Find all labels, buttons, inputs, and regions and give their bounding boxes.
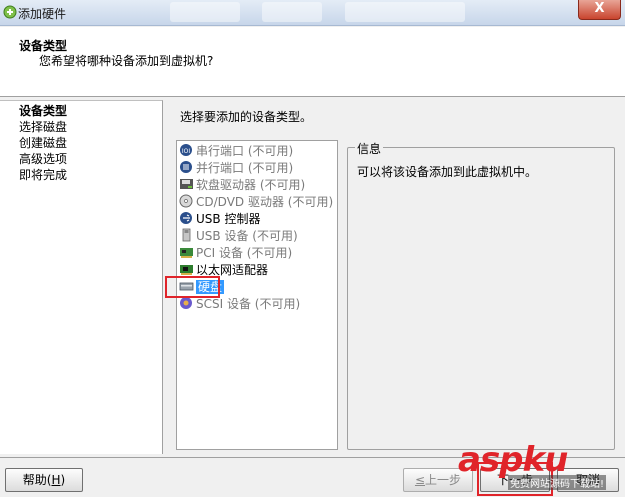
floppy-drive-icon bbox=[180, 179, 193, 189]
page-subtitle: 您希望将哪种设备添加到虚拟机? bbox=[39, 54, 214, 68]
info-description: 可以将该设备添加到此虚拟机中。 bbox=[357, 165, 538, 179]
next-button-highlight-annotation bbox=[477, 462, 553, 496]
info-legend: 信息 bbox=[355, 140, 384, 157]
device-item-scsi-device[interactable]: SCSI 设备 (不可用) bbox=[179, 296, 300, 312]
title-bar-decoration bbox=[170, 2, 240, 22]
device-item-usb-controller[interactable]: USB 控制器 bbox=[179, 211, 260, 227]
device-item-usb-device[interactable]: USB 设备 (不可用) bbox=[179, 228, 298, 244]
window-title: 添加硬件 bbox=[18, 7, 67, 21]
scsi-device-icon bbox=[180, 297, 192, 309]
device-item-serial-port[interactable]: IOI 串行端口 (不可用) bbox=[179, 143, 293, 159]
hard-disk-highlight-annotation bbox=[165, 276, 220, 298]
back-button[interactable]: ≤上一步 bbox=[403, 468, 473, 492]
title-bar-decoration bbox=[345, 2, 465, 22]
cancel-button[interactable]: 取消 bbox=[557, 468, 619, 492]
wizard-steps-panel: 设备类型 选择磁盘 创建磁盘 高级选项 即将完成 bbox=[0, 100, 163, 454]
step-ready-to-complete: 即将完成 bbox=[19, 168, 68, 182]
close-button[interactable]: X bbox=[578, 0, 621, 20]
title-bar-decoration bbox=[262, 2, 322, 22]
step-device-type: 设备类型 bbox=[19, 104, 68, 118]
title-bar[interactable]: 添加硬件 X bbox=[0, 0, 625, 26]
serial-port-icon: IOI bbox=[180, 144, 192, 156]
device-item-cd-dvd[interactable]: CD/DVD 驱动器 (不可用) bbox=[179, 194, 333, 210]
device-type-prompt: 选择要添加的设备类型。 bbox=[180, 110, 313, 124]
help-button[interactable]: 帮助(H) bbox=[5, 468, 83, 492]
cd-dvd-icon bbox=[179, 194, 193, 208]
step-advanced-options: 高级选项 bbox=[19, 152, 68, 166]
usb-device-icon bbox=[182, 228, 191, 242]
info-group-box bbox=[347, 147, 615, 450]
parallel-port-icon bbox=[180, 161, 192, 173]
step-select-disk: 选择磁盘 bbox=[19, 120, 68, 134]
wizard-header: 设备类型 您希望将哪种设备添加到虚拟机? bbox=[0, 27, 625, 97]
device-item-parallel-port[interactable]: 并行端口 (不可用) bbox=[179, 160, 293, 176]
footer-divider bbox=[0, 457, 625, 458]
pci-device-icon bbox=[180, 248, 193, 258]
device-item-pci-device[interactable]: PCI 设备 (不可用) bbox=[179, 245, 292, 261]
usb-controller-icon bbox=[180, 212, 192, 224]
ethernet-adapter-icon bbox=[180, 265, 193, 275]
step-create-disk: 创建磁盘 bbox=[19, 136, 68, 150]
device-item-floppy-drive[interactable]: 软盘驱动器 (不可用) bbox=[179, 177, 305, 193]
add-hardware-icon bbox=[3, 5, 17, 19]
svg-text:IOI: IOI bbox=[182, 148, 190, 155]
